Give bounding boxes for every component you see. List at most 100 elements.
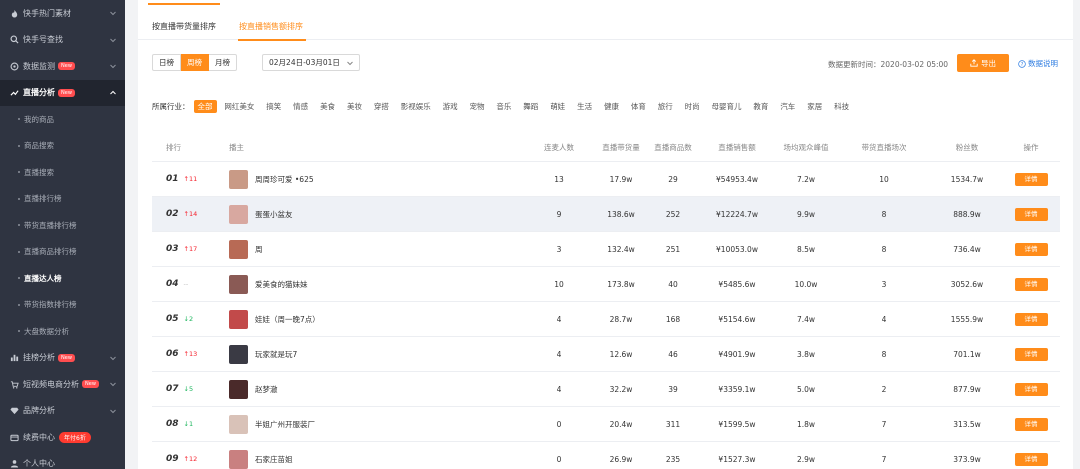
industry-tag[interactable]: 时尚 bbox=[681, 100, 704, 113]
sidebar-subitem-product-search[interactable]: 商品搜索 bbox=[0, 133, 125, 160]
host-name[interactable]: 玩家就是玩7 bbox=[255, 349, 297, 360]
industry-tag[interactable]: 宠物 bbox=[466, 100, 489, 113]
rank-up-indicator: ↑ 13 bbox=[184, 350, 198, 358]
cell-host[interactable]: 半姐广州开服装厂 bbox=[224, 414, 524, 434]
cell-products: 235 bbox=[665, 454, 681, 464]
table-row[interactable]: 09 ↑ 12 石家庄苗姐 0 26.9w 235 ¥1527.3w 2.9w 7 373.9w 详情 bbox=[152, 442, 1060, 469]
host-name[interactable]: 周 bbox=[255, 244, 263, 255]
detail-button[interactable]: 详情 bbox=[1014, 312, 1048, 326]
detail-button[interactable]: 详情 bbox=[1014, 417, 1048, 431]
tab-sort-by-volume[interactable]: 按直播带货量排序 bbox=[152, 21, 216, 32]
sidebar-item-list-analysis[interactable]: 挂榜分析 New bbox=[0, 345, 125, 372]
col-fans: 粉丝数 bbox=[955, 143, 979, 152]
sidebar-subitem-sales-live-ranking[interactable]: 带货直播排行榜 bbox=[0, 212, 125, 239]
sidebar-item-live-analysis[interactable]: 直播分析 New bbox=[0, 79, 125, 106]
host-name[interactable]: 周周珍可爱 •625 bbox=[255, 174, 314, 185]
industry-tag[interactable]: 舞蹈 bbox=[519, 100, 542, 113]
cell-host[interactable]: 爱美食的猫妹妹 bbox=[224, 274, 524, 294]
sidebar-subitem-sales-index-ranking[interactable]: 带货指数排行榜 bbox=[0, 292, 125, 319]
industry-tag[interactable]: 游戏 bbox=[439, 100, 462, 113]
industry-tag[interactable]: 生活 bbox=[573, 100, 596, 113]
sidebar-subitem-market-analysis[interactable]: 大盘数据分析 bbox=[0, 318, 125, 345]
sidebar-item-account-search[interactable]: 快手号查找 bbox=[0, 27, 125, 54]
sidebar-subitem-live-product-ranking[interactable]: 直播商品排行榜 bbox=[0, 239, 125, 266]
industry-tag[interactable]: 科技 bbox=[830, 100, 853, 113]
industry-tag[interactable]: 搞笑 bbox=[262, 100, 285, 113]
industry-tag[interactable]: 影视娱乐 bbox=[397, 100, 435, 113]
avatar[interactable] bbox=[229, 344, 248, 364]
cell-host[interactable]: 玩家就是玩7 bbox=[224, 344, 524, 364]
cell-host[interactable]: 赵梦澈 bbox=[224, 379, 524, 399]
industry-tag[interactable]: 情感 bbox=[289, 100, 312, 113]
monitor-icon bbox=[9, 61, 19, 71]
industry-tag[interactable]: 健康 bbox=[600, 100, 623, 113]
sidebar-item-data-monitor[interactable]: 数据监测 New bbox=[0, 53, 125, 80]
table-row[interactable]: 03 ↑ 17 周 3 132.4w 251 ¥10053.0w 8.5w 8 736.4w 详情 bbox=[152, 232, 1060, 267]
sidebar-item-personal-center[interactable]: 个人中心 bbox=[0, 451, 125, 469]
industry-tag[interactable]: 汽车 bbox=[776, 100, 799, 113]
table-row[interactable]: 08 ↓ 1 半姐广州开服装厂 0 20.4w 311 ¥1599.5w 1.8w 7 313.5w… bbox=[152, 407, 1060, 442]
avatar[interactable] bbox=[229, 309, 248, 329]
host-name[interactable]: 石家庄苗姐 bbox=[255, 454, 293, 465]
detail-button[interactable]: 详情 bbox=[1014, 207, 1048, 221]
date-range-select[interactable]: 02月24日-03月01日 bbox=[262, 54, 360, 71]
sidebar-subitem-my-products[interactable]: 我的商品 bbox=[0, 106, 125, 133]
avatar[interactable] bbox=[229, 204, 248, 224]
period-daily-button[interactable]: 日榜 bbox=[152, 54, 181, 71]
industry-tag[interactable]: 音乐 bbox=[492, 100, 515, 113]
sidebar-subitem-live-search[interactable]: 直播搜索 bbox=[0, 159, 125, 186]
cell-host[interactable]: 娃娃（周一晚7点） bbox=[224, 309, 524, 329]
cell-host[interactable]: 蛋蛋小盆友 bbox=[224, 204, 524, 224]
detail-button[interactable]: 详情 bbox=[1014, 277, 1048, 291]
table-row[interactable]: 02 ↑ 14 蛋蛋小盆友 9 138.6w 252 ¥12224.7w 9.9w 8 888.9w… bbox=[152, 197, 1060, 232]
industry-tag[interactable]: 母婴育儿 bbox=[708, 100, 746, 113]
avatar[interactable] bbox=[229, 414, 248, 434]
industry-tag[interactable]: 旅行 bbox=[654, 100, 677, 113]
industry-tag[interactable]: 体育 bbox=[627, 100, 650, 113]
period-weekly-button[interactable]: 周榜 bbox=[181, 54, 209, 71]
industry-tag[interactable]: 萌娃 bbox=[546, 100, 569, 113]
avatar[interactable] bbox=[229, 239, 248, 259]
avatar[interactable] bbox=[229, 169, 248, 189]
table-row[interactable]: 07 ↓ 5 赵梦澈 4 32.2w 39 ¥3359.1w 5.0w 2 877.9w 详情 bbox=[152, 372, 1060, 407]
detail-button[interactable]: 详情 bbox=[1014, 452, 1048, 466]
industry-tag[interactable]: 穿搭 bbox=[370, 100, 393, 113]
host-name[interactable]: 赵梦澈 bbox=[255, 384, 278, 395]
industry-tag[interactable]: 教育 bbox=[749, 100, 772, 113]
sidebar-item-short-video-ecommerce[interactable]: 短视频电商分析 New bbox=[0, 371, 125, 398]
detail-button[interactable]: 详情 bbox=[1014, 382, 1048, 396]
detail-button[interactable]: 详情 bbox=[1014, 172, 1048, 186]
cell-host[interactable]: 周 bbox=[224, 239, 524, 259]
host-name[interactable]: 蛋蛋小盆友 bbox=[255, 209, 293, 220]
industry-tag[interactable]: 美食 bbox=[316, 100, 339, 113]
industry-tag[interactable]: 全部 bbox=[193, 99, 217, 113]
industry-tag[interactable]: 家居 bbox=[803, 100, 826, 113]
table-row[interactable]: 01 ↑ 11 周周珍可爱 •625 13 17.9w 29 ¥54953.4w 7.2w 10 1… bbox=[152, 162, 1060, 197]
industry-tag[interactable]: 美妆 bbox=[343, 100, 366, 113]
host-name[interactable]: 娃娃（周一晚7点） bbox=[255, 314, 320, 325]
cell-fans: 701.1w bbox=[953, 349, 981, 359]
table-row[interactable]: 06 ↑ 13 玩家就是玩7 4 12.6w 46 ¥4901.9w 3.8w 8 701.1w 详情 bbox=[152, 337, 1060, 372]
sidebar-subitem-live-ranking[interactable]: 直播排行榜 bbox=[0, 186, 125, 213]
sidebar-subitem-live-talent-ranking[interactable]: 直播达人榜 bbox=[0, 265, 125, 292]
avatar[interactable] bbox=[229, 379, 248, 399]
avatar[interactable] bbox=[229, 274, 248, 294]
cell-host[interactable]: 石家庄苗姐 bbox=[224, 449, 524, 469]
host-name[interactable]: 爱美食的猫妹妹 bbox=[255, 279, 308, 290]
sidebar-item-hot-materials[interactable]: 快手热门素材 bbox=[0, 0, 125, 27]
data-description-link[interactable]: ? 数据说明 bbox=[1018, 58, 1058, 69]
cell-fans: 877.9w bbox=[953, 384, 981, 394]
table-row[interactable]: 05 ↓ 2 娃娃（周一晚7点） 4 28.7w 168 ¥5154.6w 7.4w 4 1555.… bbox=[152, 302, 1060, 337]
period-monthly-button[interactable]: 月榜 bbox=[209, 54, 237, 71]
detail-button[interactable]: 详情 bbox=[1014, 242, 1048, 256]
tab-sort-by-sales[interactable]: 按直播销售额排序 bbox=[239, 21, 303, 32]
table-row[interactable]: 04 -- 爱美食的猫妹妹 10 173.8w 40 ¥5485.6w 10.0w 3 3052.… bbox=[152, 267, 1060, 302]
avatar[interactable] bbox=[229, 449, 248, 469]
host-name[interactable]: 半姐广州开服装厂 bbox=[255, 419, 315, 430]
sidebar-item-brand-analysis[interactable]: 品牌分析 bbox=[0, 398, 125, 425]
cell-host[interactable]: 周周珍可爱 •625 bbox=[224, 169, 524, 189]
industry-tag[interactable]: 网红美女 bbox=[220, 100, 258, 113]
export-button[interactable]: 导出 bbox=[957, 54, 1009, 72]
sidebar-item-renewal-center[interactable]: 续费中心 年付6折 bbox=[0, 424, 125, 451]
detail-button[interactable]: 详情 bbox=[1014, 347, 1048, 361]
